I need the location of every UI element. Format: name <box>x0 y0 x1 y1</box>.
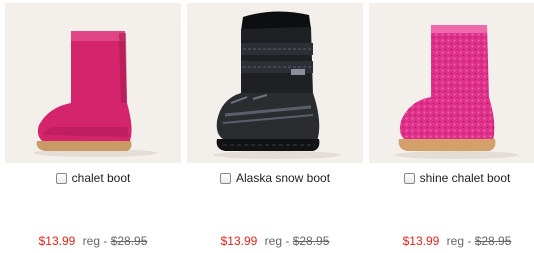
pink-sparkle-boot-icon <box>395 25 519 159</box>
product-card: chalet boot $13.99 reg - $28.95 <box>5 0 181 253</box>
compare-checkbox-shine-chalet-boot[interactable] <box>403 172 415 184</box>
product-image-alaska-snow-boot[interactable] <box>187 3 363 163</box>
product-card: Alaska snow boot $13.99 reg - $28.95 <box>187 0 363 253</box>
regular-price: $28.95 <box>474 234 512 248</box>
compare-row: chalet boot <box>5 169 181 187</box>
regular-price-label: reg - <box>446 234 472 248</box>
product-name[interactable]: chalet boot <box>72 171 131 185</box>
product-grid: chalet boot $13.99 reg - $28.95 Alaska s… <box>0 0 534 253</box>
sale-price: $13.99 <box>220 234 258 248</box>
regular-price: $28.95 <box>110 234 148 248</box>
sale-price: $13.99 <box>38 234 76 248</box>
regular-price: $28.95 <box>292 234 330 248</box>
sale-price: $13.99 <box>402 234 440 248</box>
regular-price-label: reg - <box>82 234 108 248</box>
price-row: $13.99 reg - $28.95 <box>187 234 363 248</box>
product-card: shine chalet boot $13.99 reg - $28.95 <box>369 0 534 253</box>
black-snow-boot-icon <box>213 11 341 159</box>
regular-price-label: reg - <box>264 234 290 248</box>
product-image-shine-chalet-boot[interactable] <box>369 3 534 163</box>
compare-row: Alaska snow boot <box>187 169 363 187</box>
compare-checkbox-chalet-boot[interactable] <box>55 172 67 184</box>
price-row: $13.99 reg - $28.95 <box>369 234 534 248</box>
product-name[interactable]: Alaska snow boot <box>236 171 330 185</box>
product-name[interactable]: shine chalet boot <box>420 171 511 185</box>
compare-row: shine chalet boot <box>369 169 534 187</box>
product-image-chalet-boot[interactable] <box>5 3 181 163</box>
compare-checkbox-alaska-snow-boot[interactable] <box>219 172 231 184</box>
price-row: $13.99 reg - $28.95 <box>5 234 181 248</box>
pink-suede-boot-icon <box>33 31 157 157</box>
